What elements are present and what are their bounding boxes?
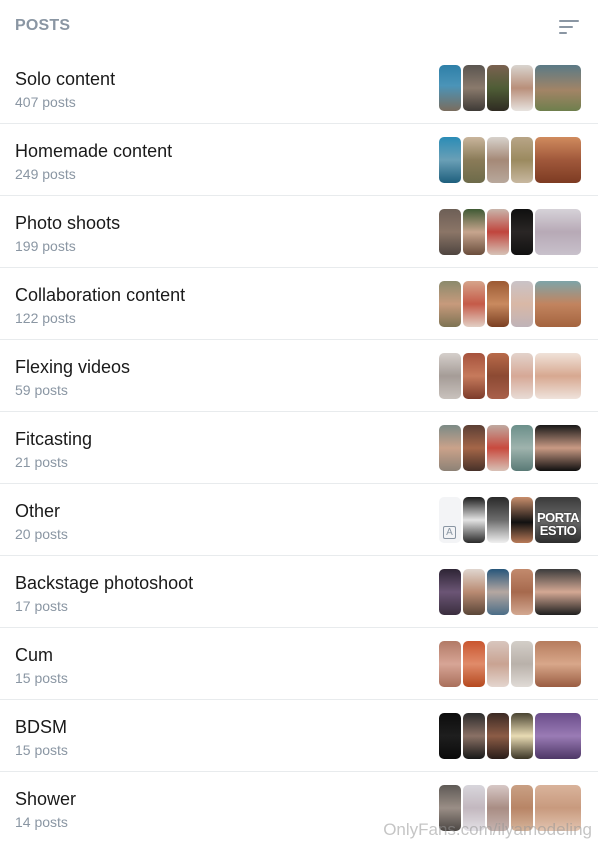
category-post-count: 407 posts — [15, 94, 76, 110]
page-title: POSTS — [15, 17, 71, 34]
post-thumbnail — [438, 352, 462, 400]
thumbnail-stack — [438, 568, 582, 616]
post-thumbnail: A — [438, 496, 462, 544]
post-thumbnail — [486, 352, 510, 400]
thumbnail-stack — [438, 712, 582, 760]
thumbnail-stack — [438, 352, 582, 400]
post-thumbnail — [510, 208, 534, 256]
post-thumbnail — [510, 352, 534, 400]
category-name: Collaboration content — [15, 285, 186, 305]
sort-icon[interactable] — [558, 18, 580, 36]
category-post-count: 59 posts — [15, 382, 68, 398]
category-name: Flexing videos — [15, 357, 131, 377]
post-thumbnail: PORTA ESTIO — [534, 496, 582, 544]
category-name: Photo shoots — [15, 213, 121, 233]
post-thumbnail — [486, 136, 510, 184]
category-row[interactable]: BDSM 15 posts — [0, 700, 598, 772]
post-thumbnail — [534, 208, 582, 256]
post-thumbnail — [462, 424, 486, 472]
post-thumbnail — [486, 568, 510, 616]
post-thumbnail — [510, 424, 534, 472]
thumbnail-stack — [438, 64, 582, 112]
category-row[interactable]: Backstage photoshoot 17 posts — [0, 556, 598, 628]
post-thumbnail — [510, 496, 534, 544]
post-thumbnail — [462, 568, 486, 616]
post-thumbnail — [534, 424, 582, 472]
category-row[interactable]: Homemade content 249 posts — [0, 124, 598, 196]
category-row[interactable]: Cum 15 posts — [0, 628, 598, 700]
category-name: Solo content — [15, 69, 116, 89]
category-row[interactable]: Other 20 posts A PORTA ESTIO — [0, 484, 598, 556]
post-thumbnail — [462, 712, 486, 760]
post-thumbnail — [510, 136, 534, 184]
post-thumbnail — [486, 640, 510, 688]
post-thumbnail — [438, 712, 462, 760]
post-thumbnail — [462, 280, 486, 328]
posts-header: POSTS — [0, 0, 598, 52]
category-post-count: 15 posts — [15, 742, 68, 758]
post-thumbnail — [462, 208, 486, 256]
category-post-count: 15 posts — [15, 670, 68, 686]
category-name: Cum — [15, 645, 54, 665]
post-thumbnail — [462, 496, 486, 544]
post-thumbnail — [534, 280, 582, 328]
placeholder-image-icon: A — [443, 526, 456, 539]
category-row[interactable]: Collaboration content 122 posts — [0, 268, 598, 340]
post-thumbnail — [510, 568, 534, 616]
post-thumbnail — [486, 280, 510, 328]
post-thumbnail — [486, 712, 510, 760]
post-thumbnail — [486, 208, 510, 256]
thumbnail-stack — [438, 280, 582, 328]
post-thumbnail — [534, 64, 582, 112]
post-thumbnail — [486, 424, 510, 472]
post-thumbnail — [438, 568, 462, 616]
post-thumbnail — [534, 136, 582, 184]
post-thumbnail — [510, 64, 534, 112]
post-thumbnail — [462, 136, 486, 184]
category-name: Other — [15, 501, 61, 521]
post-thumbnail — [534, 568, 582, 616]
post-thumbnail — [438, 280, 462, 328]
post-thumbnail — [438, 640, 462, 688]
watermark: OnlyFans.com/ilyamodeling — [383, 820, 592, 839]
post-thumbnail — [438, 424, 462, 472]
post-thumbnail — [510, 280, 534, 328]
category-post-count: 122 posts — [15, 310, 76, 326]
post-thumbnail — [534, 640, 582, 688]
category-post-count: 199 posts — [15, 238, 76, 254]
category-row[interactable]: Fitcasting 21 posts — [0, 412, 598, 484]
category-name: BDSM — [15, 717, 68, 737]
post-thumbnail — [438, 136, 462, 184]
thumbnail-stack — [438, 424, 582, 472]
category-post-count: 17 posts — [15, 598, 68, 614]
post-thumbnail — [462, 64, 486, 112]
post-thumbnail — [534, 712, 582, 760]
thumbnail-stack — [438, 136, 582, 184]
category-name: Backstage photoshoot — [15, 573, 194, 593]
category-name: Homemade content — [15, 141, 173, 161]
post-thumbnail — [510, 640, 534, 688]
thumbnail-stack: A PORTA ESTIO — [438, 496, 582, 544]
category-post-count: 21 posts — [15, 454, 68, 470]
category-post-count: 14 posts — [15, 814, 68, 830]
post-thumbnail — [534, 352, 582, 400]
post-thumbnail — [486, 64, 510, 112]
post-thumbnail — [438, 208, 462, 256]
thumbnail-stack — [438, 640, 582, 688]
post-thumbnail — [462, 352, 486, 400]
post-thumbnail — [510, 712, 534, 760]
thumbnail-overlay-text: PORTA ESTIO — [536, 510, 580, 538]
thumbnail-stack — [438, 208, 582, 256]
category-row[interactable]: Photo shoots 199 posts — [0, 196, 598, 268]
category-row[interactable]: Flexing videos 59 posts — [0, 340, 598, 412]
post-thumbnail — [462, 640, 486, 688]
category-name: Shower — [15, 789, 77, 809]
post-thumbnail — [486, 496, 510, 544]
category-list: Solo content 407 posts Homemade content 249… — [0, 52, 598, 843]
category-name: Fitcasting — [15, 429, 93, 449]
category-post-count: 20 posts — [15, 526, 68, 542]
category-row[interactable]: Solo content 407 posts — [0, 52, 598, 124]
post-thumbnail — [438, 64, 462, 112]
category-post-count: 249 posts — [15, 166, 76, 182]
